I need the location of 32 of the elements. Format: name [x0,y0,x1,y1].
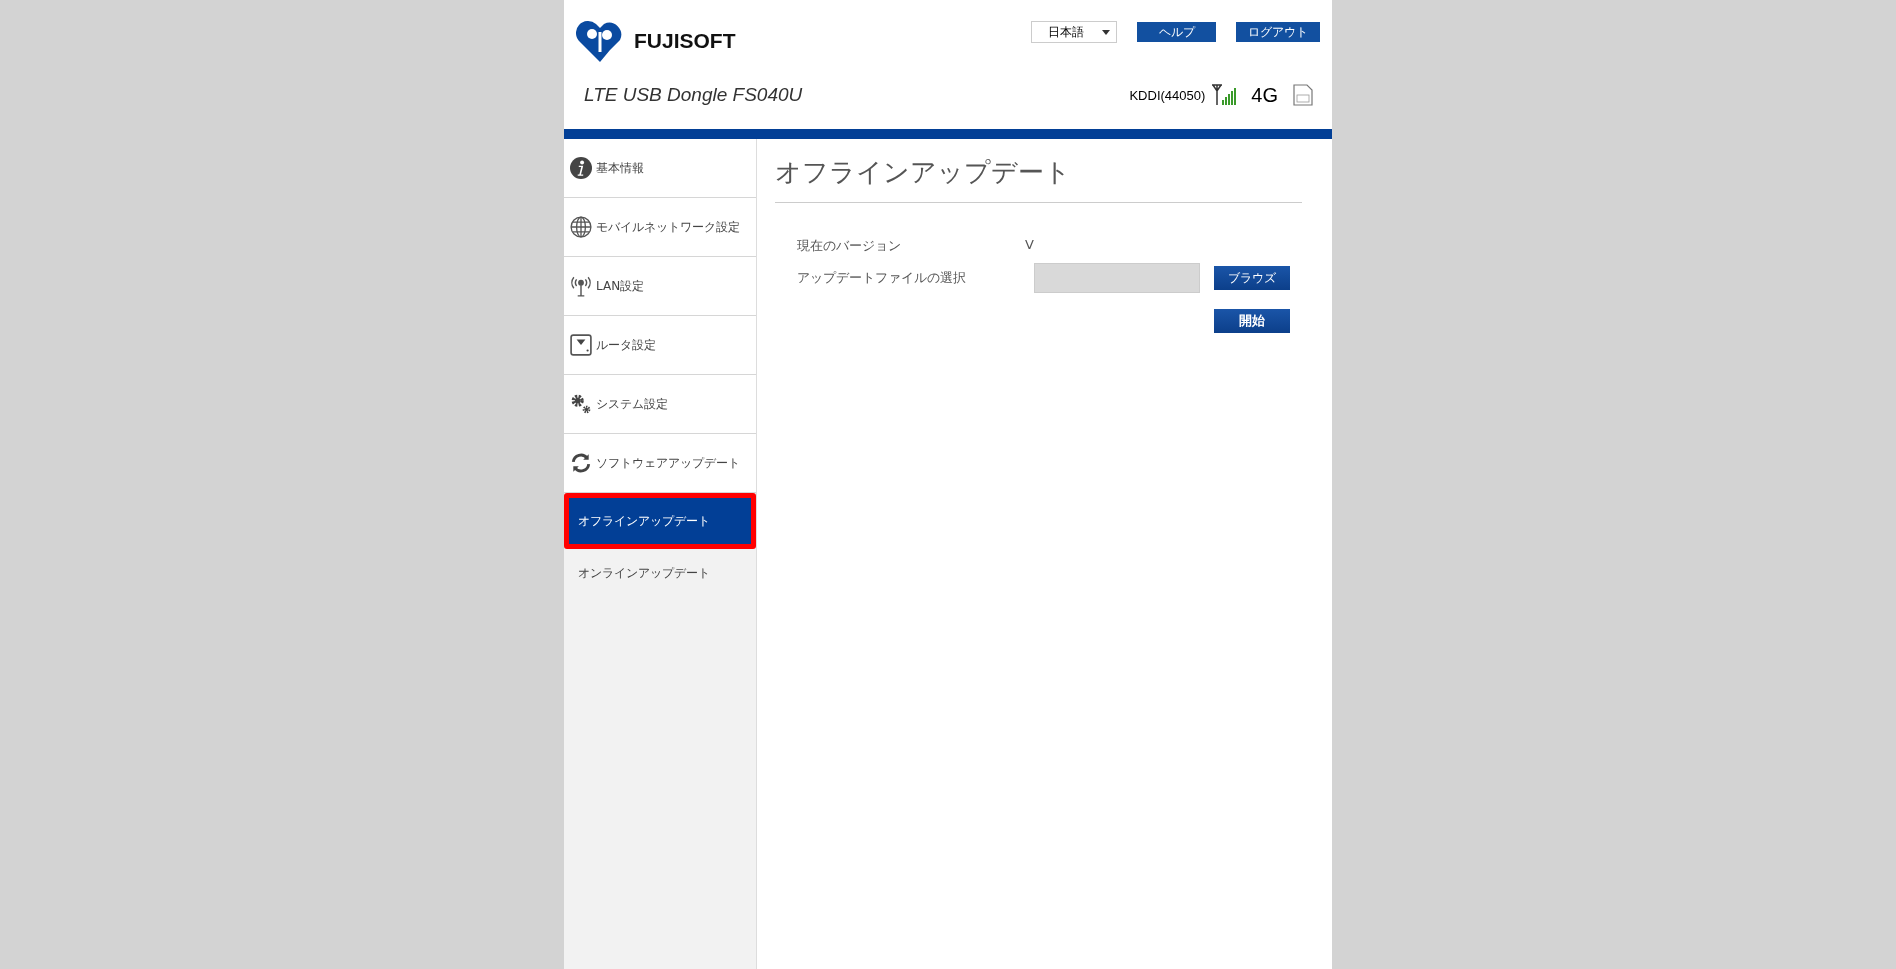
header-button[interactable]: ログアウト [1236,22,1320,42]
sidebar-item[interactable]: ソフトウェアアップデート [564,434,756,493]
globe-icon [570,216,592,238]
sync-icon [570,452,592,474]
start-button[interactable]: 開始 [1213,309,1290,333]
sim-card-icon [1292,83,1314,107]
sidebar-item[interactable]: システム設定 [564,375,756,434]
signal-icon [1211,84,1238,106]
gears-icon [570,393,592,415]
product-name: LTE USB Dongle FS040U [583,84,803,106]
antenna-icon [570,275,592,297]
carrier-name: KDDI(44050) [1129,87,1206,103]
header-button[interactable]: ヘルプ [1137,22,1216,42]
logo-icon [576,18,624,64]
info-icon [570,157,592,179]
page-title: オフラインアップデート [775,147,1302,203]
router-icon [570,334,592,356]
submenu-item[interactable]: オンラインアップデート [564,549,756,597]
browse-button[interactable]: ブラウズ [1213,266,1290,290]
sidebar-item[interactable]: ルータ設定 [564,316,756,375]
submenu-item[interactable]: オフラインアップデート [564,493,756,549]
caret-icon [1102,29,1110,35]
network-type: 4G [1251,83,1278,107]
file-field[interactable] [1033,263,1200,293]
brand-name: FUJISOFT [634,29,736,53]
field-label: アップデートファイルの選択 [797,269,967,287]
version-value: V [1025,237,1034,254]
field-label: 現在のバージョン [797,237,902,255]
language-select[interactable]: 日本語 [1031,21,1117,43]
sidebar-item[interactable]: 基本情報 [564,139,756,198]
sidebar-item[interactable]: LAN設定 [564,257,756,316]
sidebar-item[interactable]: モバイルネットワーク設定 [564,198,756,257]
